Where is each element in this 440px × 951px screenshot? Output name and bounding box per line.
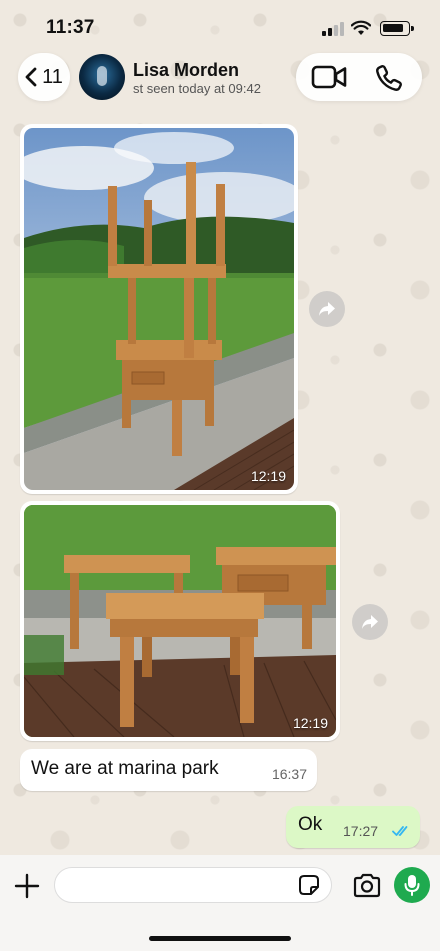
battery-icon — [380, 21, 414, 36]
camera-icon[interactable] — [352, 873, 382, 899]
sticker-icon[interactable] — [298, 874, 320, 896]
message-timestamp: 17:27 — [343, 823, 379, 839]
contact-name[interactable]: Lisa Morden — [133, 60, 239, 81]
photo-three-tables[interactable]: 12:19 — [24, 505, 336, 737]
chat-header: 11 Lisa Morden st seen today at 09:42 — [0, 50, 440, 112]
status-time: 11:37 — [46, 17, 95, 38]
call-actions — [296, 53, 422, 101]
image-message[interactable]: 12:19 — [20, 124, 298, 494]
contact-last-seen: st seen today at 09:42 — [133, 81, 261, 96]
image-message[interactable]: 12:19 — [20, 501, 340, 741]
phone-icon[interactable] — [374, 63, 404, 93]
cellular-signal-icon — [322, 22, 346, 36]
wifi-icon — [351, 20, 371, 35]
read-receipt-icon — [392, 826, 408, 836]
back-button[interactable]: 11 — [18, 53, 70, 101]
microphone-button[interactable] — [394, 867, 430, 903]
message-text: Ok — [298, 814, 323, 835]
forward-icon — [319, 302, 335, 316]
image-timestamp: 12:19 — [250, 468, 286, 484]
home-indicator[interactable] — [149, 936, 291, 941]
photo-furniture-garden[interactable]: 12:19 — [24, 128, 294, 490]
microphone-icon — [404, 875, 420, 896]
forward-button[interactable] — [309, 291, 345, 327]
plus-icon[interactable] — [13, 872, 41, 900]
furniture-photo — [24, 505, 336, 737]
chevron-left-icon — [25, 67, 37, 87]
unread-count: 11 — [42, 65, 63, 88]
outgoing-message[interactable]: Ok 17:27 — [286, 806, 420, 848]
forward-button[interactable] — [352, 604, 388, 640]
message-input[interactable] — [54, 867, 332, 903]
video-call-icon[interactable] — [311, 64, 347, 90]
message-text: We are at marina park — [31, 758, 219, 779]
image-timestamp: 12:19 — [292, 715, 328, 731]
furniture-photo — [24, 128, 294, 490]
incoming-message[interactable]: We are at marina park 16:37 — [20, 749, 317, 791]
forward-icon — [362, 615, 378, 629]
contact-avatar[interactable] — [79, 54, 125, 100]
message-timestamp: 16:37 — [271, 766, 307, 782]
status-bar: 11:37 — [0, 0, 440, 50]
